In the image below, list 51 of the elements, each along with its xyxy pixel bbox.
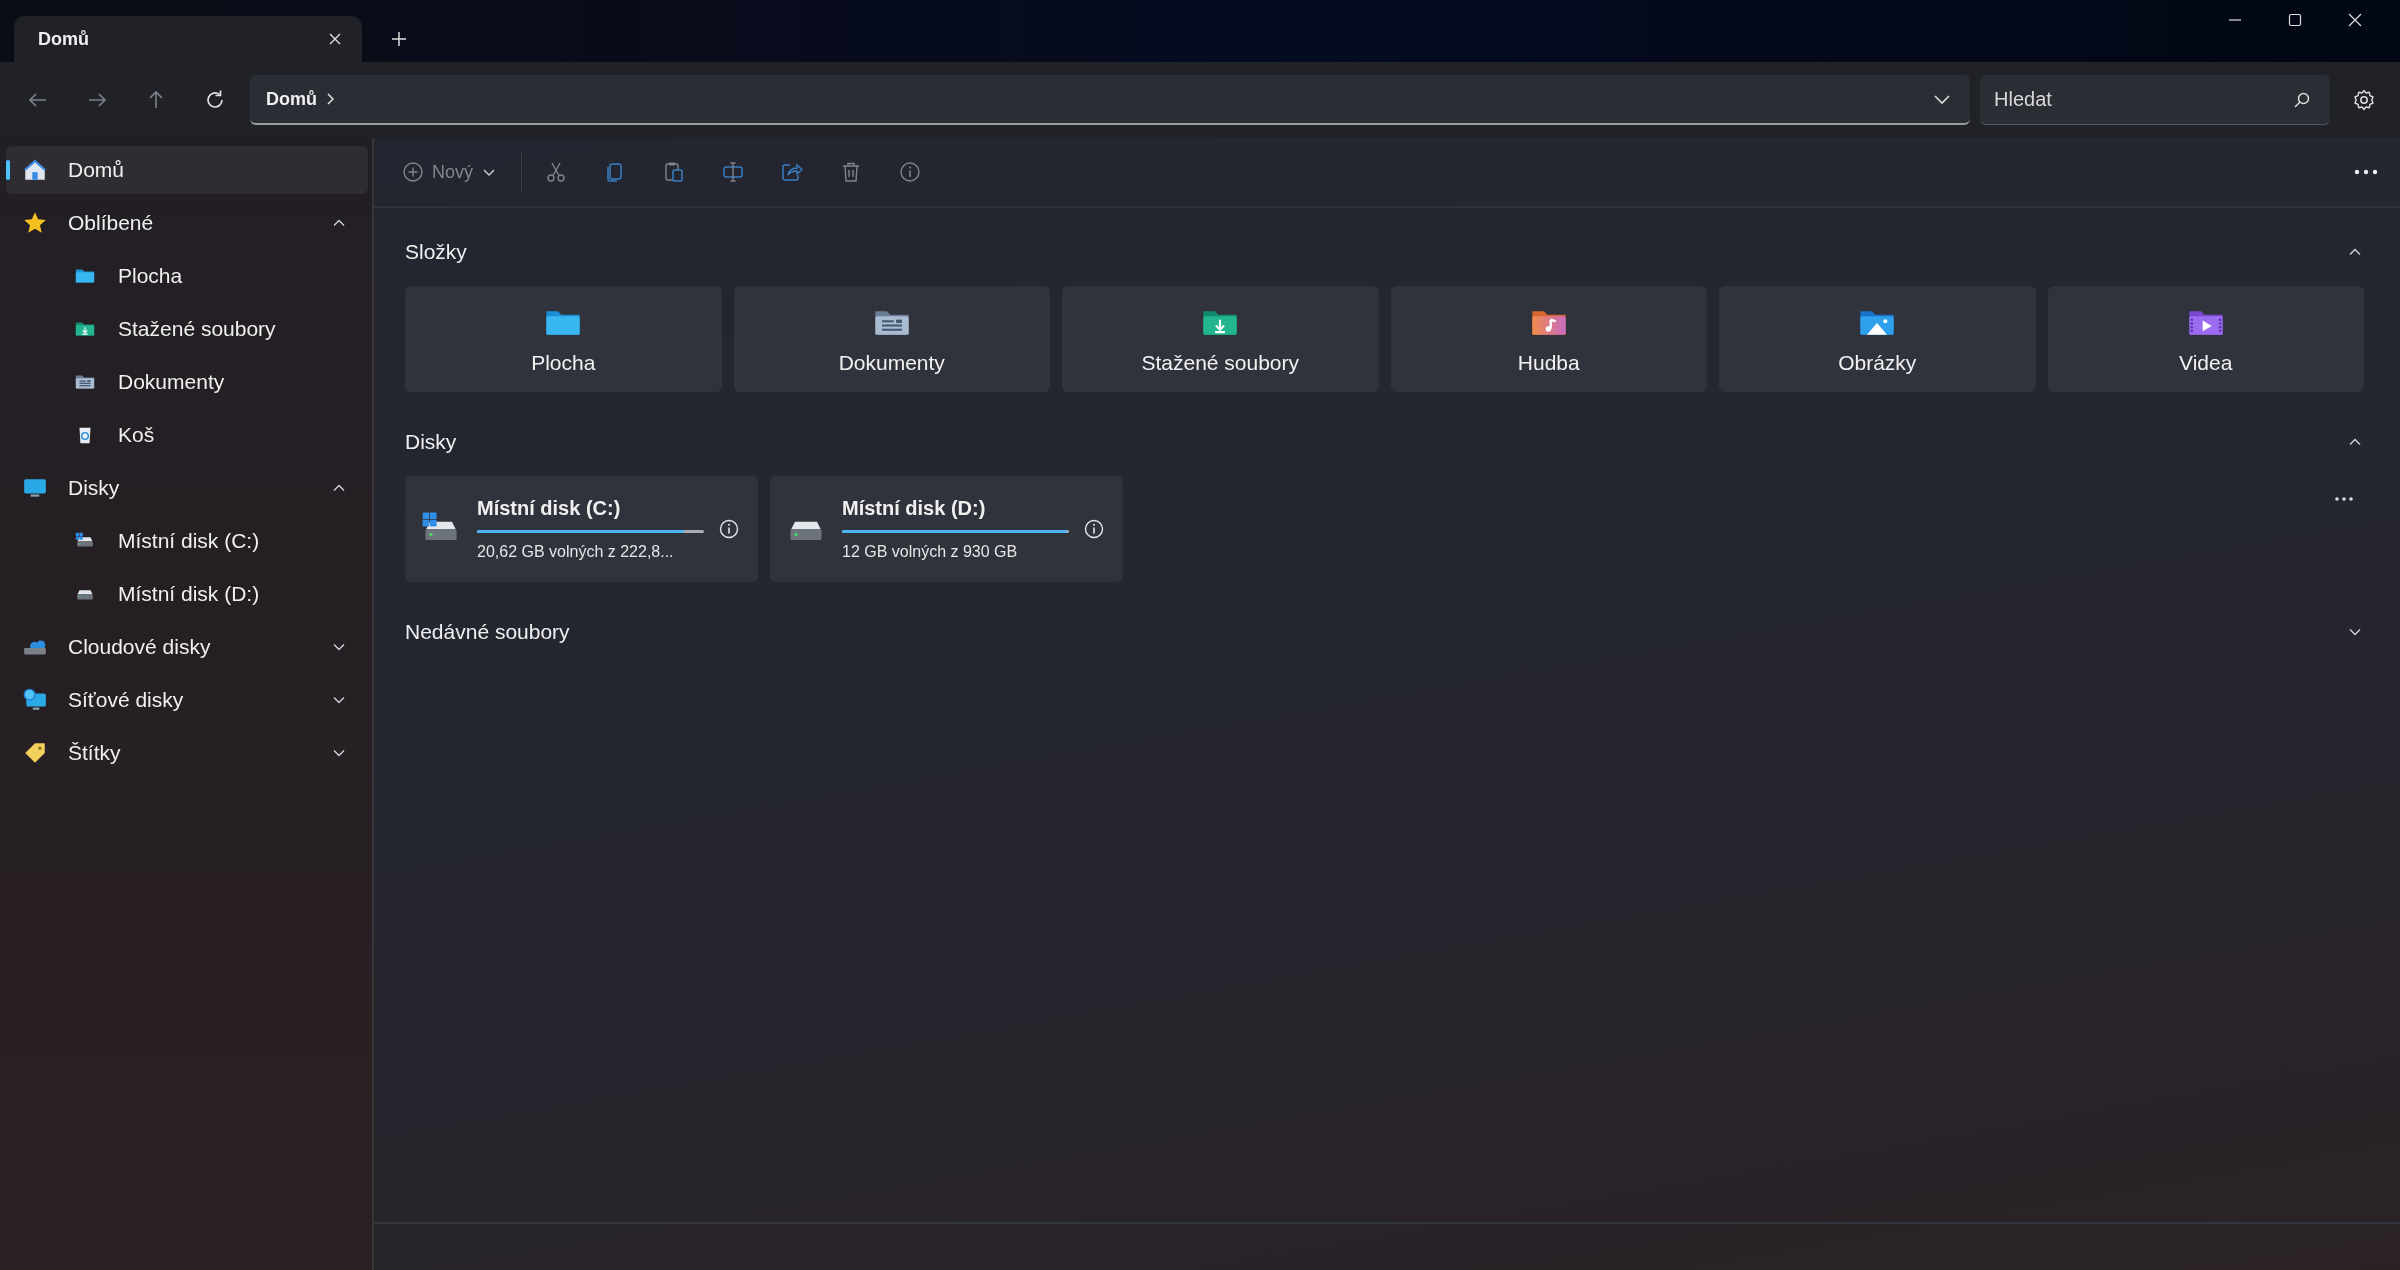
info-icon[interactable] [898,160,922,184]
free-space-text: 20,62 GB volných z 222,8... [477,543,675,561]
address-bar[interactable]: Domů [250,75,1970,125]
tab[interactable]: Domů [14,16,362,62]
section-heading: Složky [405,240,467,264]
drive-card[interactable]: Místní disk (C:) 20,62 GB volných z 222,8... [405,476,758,582]
free-space-text: 12 GB volných z 930 GB [842,543,1019,561]
paste-icon[interactable] [662,160,686,184]
rename-icon[interactable] [721,160,745,184]
star-icon [22,210,48,236]
folder-card[interactable]: Stažené soubory [1062,286,1379,392]
search-field[interactable]: Hledat [1980,75,2330,125]
sidebar-item[interactable]: Místní disk (C:) [6,517,368,565]
info-icon[interactable] [718,518,740,540]
section-heading: Nedávné soubory [405,620,570,644]
chevron-right-icon [325,92,337,106]
drive-name: Místní disk (C:) [477,497,622,520]
new-button[interactable]: Nový [398,157,501,187]
drive-name: Místní disk (D:) [842,497,987,520]
cut-icon[interactable] [544,160,568,184]
folder-card[interactable]: Obrázky [1719,286,2036,392]
sidebar-item[interactable]: Koš [6,411,368,459]
network-computer-icon [22,687,48,713]
section-heading: Disky [405,430,457,454]
new-tab-icon[interactable] [391,31,407,47]
sidebar-item[interactable]: Místní disk (D:) [6,570,368,618]
sidebar-item[interactable]: Dokumenty [6,358,368,406]
more-options-icon[interactable] [2334,496,2354,502]
info-icon[interactable] [1083,518,1105,540]
breadcrumb[interactable]: Domů [266,88,317,110]
folder-card[interactable]: Hudba [1390,286,1707,392]
sidebar-item[interactable]: Síťové disky [6,676,368,724]
close-icon[interactable] [2348,13,2362,27]
search-icon [2292,90,2312,110]
sidebar-item[interactable]: Štítky [6,729,368,777]
sidebar-item[interactable]: Oblíbené [6,199,368,247]
sidebar-item[interactable]: Cloudové disky [6,623,368,671]
more-options-icon[interactable] [2354,168,2378,176]
maximize-icon[interactable] [2288,13,2302,27]
folder-card[interactable]: Dokumenty [733,286,1050,392]
home-icon [22,157,48,183]
sidebar-item[interactable]: Stažené soubory [6,305,368,353]
sidebar-item[interactable]: Domů [6,146,368,194]
sidebar-item[interactable]: Plocha [6,252,368,300]
plus-circle-icon [402,161,424,183]
folder-card[interactable]: Plocha [405,286,722,392]
folder-card[interactable]: Videa [2047,286,2364,392]
settings-icon[interactable] [2352,88,2376,112]
sidebar-item[interactable]: Disky [6,464,368,512]
drive-card[interactable]: Místní disk (D:) 12 GB volných z 930 GB [770,476,1123,582]
close-icon[interactable] [328,32,342,46]
